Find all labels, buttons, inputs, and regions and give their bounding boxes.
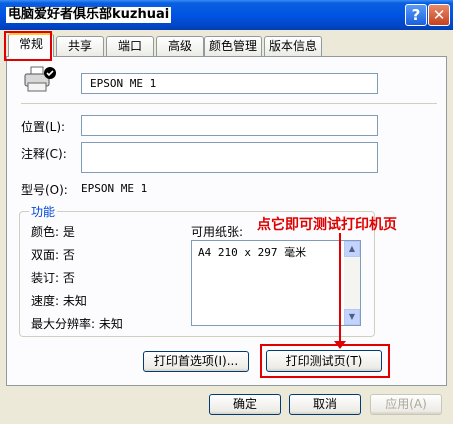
speed-feature: 速度: 未知	[31, 294, 87, 308]
location-label: 位置(L):	[21, 120, 66, 134]
staple-feature: 装订: 否	[31, 271, 75, 285]
paper-list-item[interactable]: A4 210 x 297 毫米	[198, 244, 306, 260]
tab-version-info[interactable]: 版本信息	[264, 36, 322, 56]
close-button[interactable]: ✕	[428, 4, 450, 26]
tab-color-management[interactable]: 颜色管理	[204, 36, 262, 56]
paper-list[interactable]: A4 210 x 297 毫米 ▲ ▼	[191, 240, 361, 326]
paper-list-scrollbar[interactable]: ▲ ▼	[344, 241, 360, 325]
window-title: 电脑爱好者俱乐部kuzhuai	[6, 7, 172, 23]
highlight-print-test-button	[260, 344, 390, 378]
help-button[interactable]: ?	[405, 4, 427, 26]
comment-input[interactable]	[81, 142, 378, 173]
general-panel: EPSON ME 1 位置(L): 注释(C): 型号(O): EPSON ME…	[6, 56, 447, 386]
printing-preferences-button[interactable]: 打印首选项(I)...	[143, 351, 249, 372]
location-input[interactable]	[81, 115, 378, 136]
apply-button[interactable]: 应用(A)	[370, 394, 442, 415]
comment-label: 注释(C):	[21, 147, 67, 161]
divider	[21, 103, 437, 104]
tab-advanced[interactable]: 高级	[156, 36, 204, 56]
printer-name-field[interactable]: EPSON ME 1	[81, 73, 378, 94]
scroll-up-icon[interactable]: ▲	[344, 241, 360, 257]
tab-sharing[interactable]: 共享	[56, 36, 104, 56]
model-label: 型号(O):	[21, 183, 68, 197]
annotation-text: 点它即可测试打印机页	[257, 217, 397, 233]
duplex-feature: 双面: 否	[31, 248, 75, 262]
paper-label: 可用纸张:	[191, 225, 244, 239]
cancel-button[interactable]: 取消	[289, 394, 361, 415]
scroll-down-icon[interactable]: ▼	[344, 309, 360, 325]
color-feature: 颜色: 是	[31, 225, 75, 239]
printer-icon	[23, 65, 57, 95]
ok-button[interactable]: 确定	[209, 394, 281, 415]
features-title: 功能	[29, 203, 58, 220]
model-value: EPSON ME 1	[81, 182, 148, 195]
annotation-arrow-line	[339, 233, 341, 345]
tab-ports[interactable]: 端口	[106, 36, 154, 56]
highlight-tab-general	[4, 31, 52, 61]
max-resolution-feature: 最大分辨率: 未知	[31, 317, 123, 331]
